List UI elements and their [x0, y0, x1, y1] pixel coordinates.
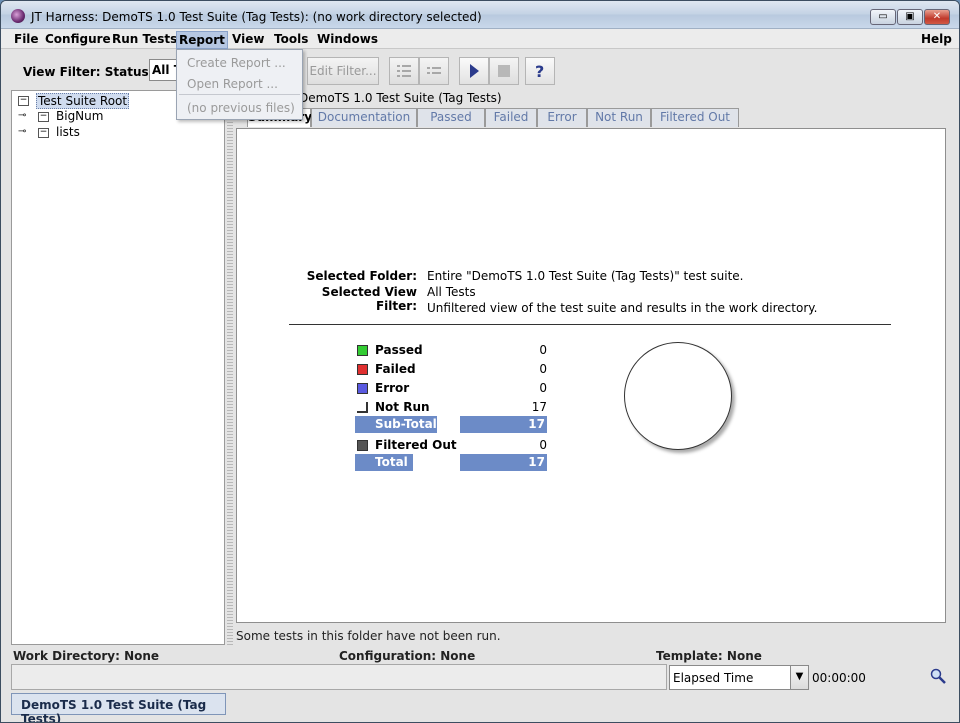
tree-expander-icon[interactable]: ⊸: [18, 110, 26, 121]
list-icon: [397, 65, 411, 77]
expand-list-button[interactable]: [389, 57, 419, 85]
app-icon: [11, 9, 25, 23]
work-directory-value: None: [124, 649, 160, 663]
tab-passed[interactable]: Passed: [417, 108, 485, 127]
filtered-out-swatch: [357, 440, 368, 451]
tree-expander-icon[interactable]: ⊸: [18, 126, 26, 137]
tree-node-root[interactable]: Test Suite Root: [36, 93, 130, 109]
title-bar[interactable]: JT Harness: DemoTS 1.0 Test Suite (Tag T…: [1, 1, 959, 29]
configuration-value: None: [440, 649, 476, 663]
filtered-out-label: Filtered Out: [375, 438, 457, 452]
create-report-item[interactable]: Create Report ...: [187, 56, 286, 70]
passed-swatch: [357, 345, 368, 356]
selected-folder-label: Selected Folder:: [306, 269, 417, 283]
error-swatch: [357, 383, 368, 394]
total-count: 17: [460, 454, 547, 471]
edit-filter-button[interactable]: Edit Filter...: [307, 57, 379, 85]
stop-tests-button[interactable]: [489, 57, 519, 85]
menu-report[interactable]: Report: [176, 31, 228, 49]
folder-icon: −: [38, 111, 49, 122]
subtotal-count: 17: [460, 416, 547, 433]
menu-run-tests[interactable]: Run Tests: [110, 31, 179, 49]
failed-count: 0: [539, 362, 547, 376]
tab-not-run[interactable]: Not Run: [587, 108, 651, 127]
folder-panel: DemoTS 1.0 Test Suite (Tag Tests) Summar…: [233, 90, 949, 645]
work-directory-info: Work Directory: None: [13, 649, 159, 663]
results-pie-chart: [624, 342, 732, 450]
root-folder-icon: −: [18, 95, 29, 106]
minimize-button[interactable]: ▭: [870, 9, 896, 25]
tree-node-lists[interactable]: lists: [56, 125, 80, 139]
test-tree[interactable]: − Test Suite Root ⊸ − BigNum ⊸ − lists: [11, 90, 225, 645]
open-report-item[interactable]: Open Report ...: [187, 77, 278, 91]
main-window: JT Harness: DemoTS 1.0 Test Suite (Tag T…: [0, 0, 960, 723]
error-label: Error: [375, 381, 410, 395]
window-title: JT Harness: DemoTS 1.0 Test Suite (Tag T…: [31, 10, 482, 24]
menu-file[interactable]: File: [12, 31, 41, 49]
not-run-count: 17: [531, 400, 547, 414]
failed-label: Failed: [375, 362, 416, 376]
folder-status-message: Some tests in this folder have not been …: [236, 629, 501, 643]
menu-view[interactable]: View: [230, 31, 266, 49]
play-icon: [470, 64, 479, 78]
not-run-label: Not Run: [375, 400, 430, 414]
list-collapse-icon: [427, 67, 441, 74]
menu-tools[interactable]: Tools: [272, 31, 310, 49]
dropdown-arrow-icon[interactable]: ▼: [790, 666, 808, 689]
tab-error[interactable]: Error: [537, 108, 587, 127]
magnifier-icon[interactable]: [930, 668, 946, 684]
passed-count: 0: [539, 343, 547, 357]
collapse-list-button[interactable]: [419, 57, 449, 85]
stop-icon: [498, 65, 510, 77]
elapsed-timer: 00:00:00: [812, 671, 866, 685]
template-value: None: [726, 649, 762, 663]
menu-bar: File Configure Run Tests Report View Too…: [1, 29, 959, 49]
close-button[interactable]: ✕: [924, 9, 950, 25]
maximize-button[interactable]: ▣: [897, 9, 923, 25]
selected-folder-value: Entire "DemoTS 1.0 Test Suite (Tag Tests…: [427, 269, 744, 283]
filter-description: Unfiltered view of the test suite and re…: [427, 301, 818, 315]
summary-divider: [289, 324, 891, 325]
summary-content: Selected Folder: Entire "DemoTS 1.0 Test…: [236, 128, 946, 623]
menu-configure[interactable]: Configure: [43, 31, 113, 49]
passed-label: Passed: [375, 343, 423, 357]
tab-filtered-out[interactable]: Filtered Out: [651, 108, 739, 127]
not-run-swatch: [357, 402, 368, 413]
menu-separator: [179, 94, 300, 95]
total-label: Total: [355, 454, 413, 471]
error-count: 0: [539, 381, 547, 395]
svg-text:?: ?: [535, 62, 544, 80]
message-area: [11, 664, 667, 690]
filtered-out-count: 0: [539, 438, 547, 452]
template-info: Template: None: [656, 649, 762, 663]
menu-help[interactable]: Help: [919, 31, 954, 49]
failed-swatch: [357, 364, 368, 375]
template-label: Template:: [656, 649, 723, 663]
folder-icon: −: [38, 127, 49, 138]
run-tests-button[interactable]: [459, 57, 489, 85]
selected-view-filter-label: Selected View Filter:: [321, 285, 417, 313]
tab-documentation[interactable]: Documentation: [311, 108, 417, 127]
work-directory-label: Work Directory:: [13, 649, 120, 663]
view-filter-label: View Filter: Status of: [23, 65, 167, 79]
timer-mode-value: Elapsed Time: [673, 671, 754, 685]
help-button[interactable]: ?: [525, 57, 555, 85]
tree-node-bignum[interactable]: BigNum: [56, 109, 103, 123]
toolbar: View Filter: Status of All Tests Edit Fi…: [9, 53, 953, 89]
subtotal-label: Sub-Total: [355, 416, 437, 433]
menu-windows[interactable]: Windows: [315, 31, 380, 49]
question-icon: ?: [535, 62, 544, 81]
configuration-label: Configuration:: [339, 649, 437, 663]
report-menu-dropdown: Create Report ... Open Report ... (no pr…: [176, 49, 303, 120]
previous-files-item[interactable]: (no previous files): [187, 101, 295, 115]
selected-view-filter-value: All Tests: [427, 285, 476, 299]
configuration-info: Configuration: None: [339, 649, 475, 663]
test-suite-tab[interactable]: DemoTS 1.0 Test Suite (Tag Tests): [11, 693, 226, 722]
tab-failed[interactable]: Failed: [485, 108, 537, 127]
timer-mode-select[interactable]: Elapsed Time ▼: [669, 665, 809, 690]
panel-title: DemoTS 1.0 Test Suite (Tag Tests): [299, 91, 502, 105]
